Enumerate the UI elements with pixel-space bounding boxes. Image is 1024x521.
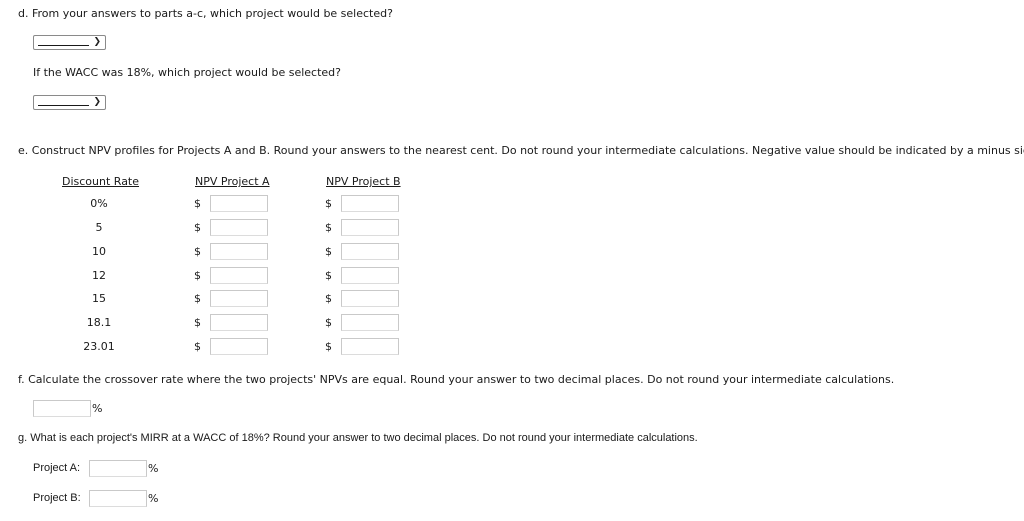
currency-symbol: $	[194, 316, 201, 329]
discount-rate-value: 5	[95, 221, 103, 234]
npv-project-a-input[interactable]	[210, 314, 268, 331]
npv-project-b-input[interactable]	[341, 219, 399, 236]
header-npv-project-a: NPV Project A	[195, 175, 270, 188]
part-f-question: f. Calculate the crossover rate where th…	[18, 373, 895, 386]
npv-project-b-input[interactable]	[341, 338, 399, 355]
chevron-down-icon: ❯	[93, 37, 101, 47]
npv-project-a-input[interactable]	[210, 267, 268, 284]
npv-project-b-input[interactable]	[341, 267, 399, 284]
discount-rate-value: 12	[92, 269, 106, 282]
project-selection-dropdown[interactable]: ❯	[33, 35, 106, 50]
currency-symbol: $	[325, 245, 332, 258]
discount-rate-value: 15	[92, 292, 106, 305]
currency-symbol: $	[325, 340, 332, 353]
npv-project-a-input[interactable]	[210, 243, 268, 260]
npv-project-a-input[interactable]	[210, 195, 268, 212]
currency-symbol: $	[325, 221, 332, 234]
discount-rate-value: 23.01	[83, 340, 115, 353]
npv-project-a-input[interactable]	[210, 290, 268, 307]
currency-symbol: $	[325, 197, 332, 210]
currency-symbol: $	[325, 316, 332, 329]
currency-symbol: $	[194, 245, 201, 258]
currency-symbol: $	[325, 292, 332, 305]
dropdown-blank-value	[38, 105, 89, 106]
npv-project-a-input[interactable]	[210, 219, 268, 236]
currency-symbol: $	[194, 197, 201, 210]
project-b-mirr-input[interactable]	[89, 490, 147, 507]
discount-rate-value: 0%	[90, 197, 108, 210]
project-a-mirr-unit: %	[148, 462, 159, 475]
currency-symbol: $	[194, 340, 201, 353]
discount-rate-value: 18.1	[86, 316, 112, 329]
currency-symbol: $	[194, 221, 201, 234]
project-a-mirr-label: Project A:	[33, 462, 81, 474]
project-b-mirr-unit: %	[148, 492, 159, 505]
crossover-rate-input[interactable]	[33, 400, 91, 417]
currency-symbol: $	[194, 269, 201, 282]
part-g-question: g. What is each project's MIRR at a WACC…	[18, 432, 698, 444]
npv-project-b-input[interactable]	[341, 243, 399, 260]
npv-project-b-input[interactable]	[341, 195, 399, 212]
npv-project-a-input[interactable]	[210, 338, 268, 355]
project-b-mirr-label: Project B:	[33, 492, 81, 504]
currency-symbol: $	[325, 269, 332, 282]
part-e-question: e. Construct NPV profiles for Projects A…	[18, 144, 1024, 157]
discount-rate-value: 10	[92, 245, 106, 258]
npv-project-b-input[interactable]	[341, 290, 399, 307]
wacc-18-project-selection-dropdown[interactable]: ❯	[33, 95, 106, 110]
currency-symbol: $	[194, 292, 201, 305]
npv-project-b-input[interactable]	[341, 314, 399, 331]
dropdown-blank-value	[38, 45, 89, 46]
project-a-mirr-input[interactable]	[89, 460, 147, 477]
chevron-down-icon: ❯	[93, 97, 101, 107]
header-npv-project-b: NPV Project B	[326, 175, 401, 188]
header-discount-rate: Discount Rate	[62, 175, 140, 188]
crossover-rate-unit: %	[92, 402, 103, 415]
part-d-question: d. From your answers to parts a-c, which…	[18, 7, 393, 20]
part-d-sub-question: If the WACC was 18%, which project would…	[33, 66, 341, 79]
